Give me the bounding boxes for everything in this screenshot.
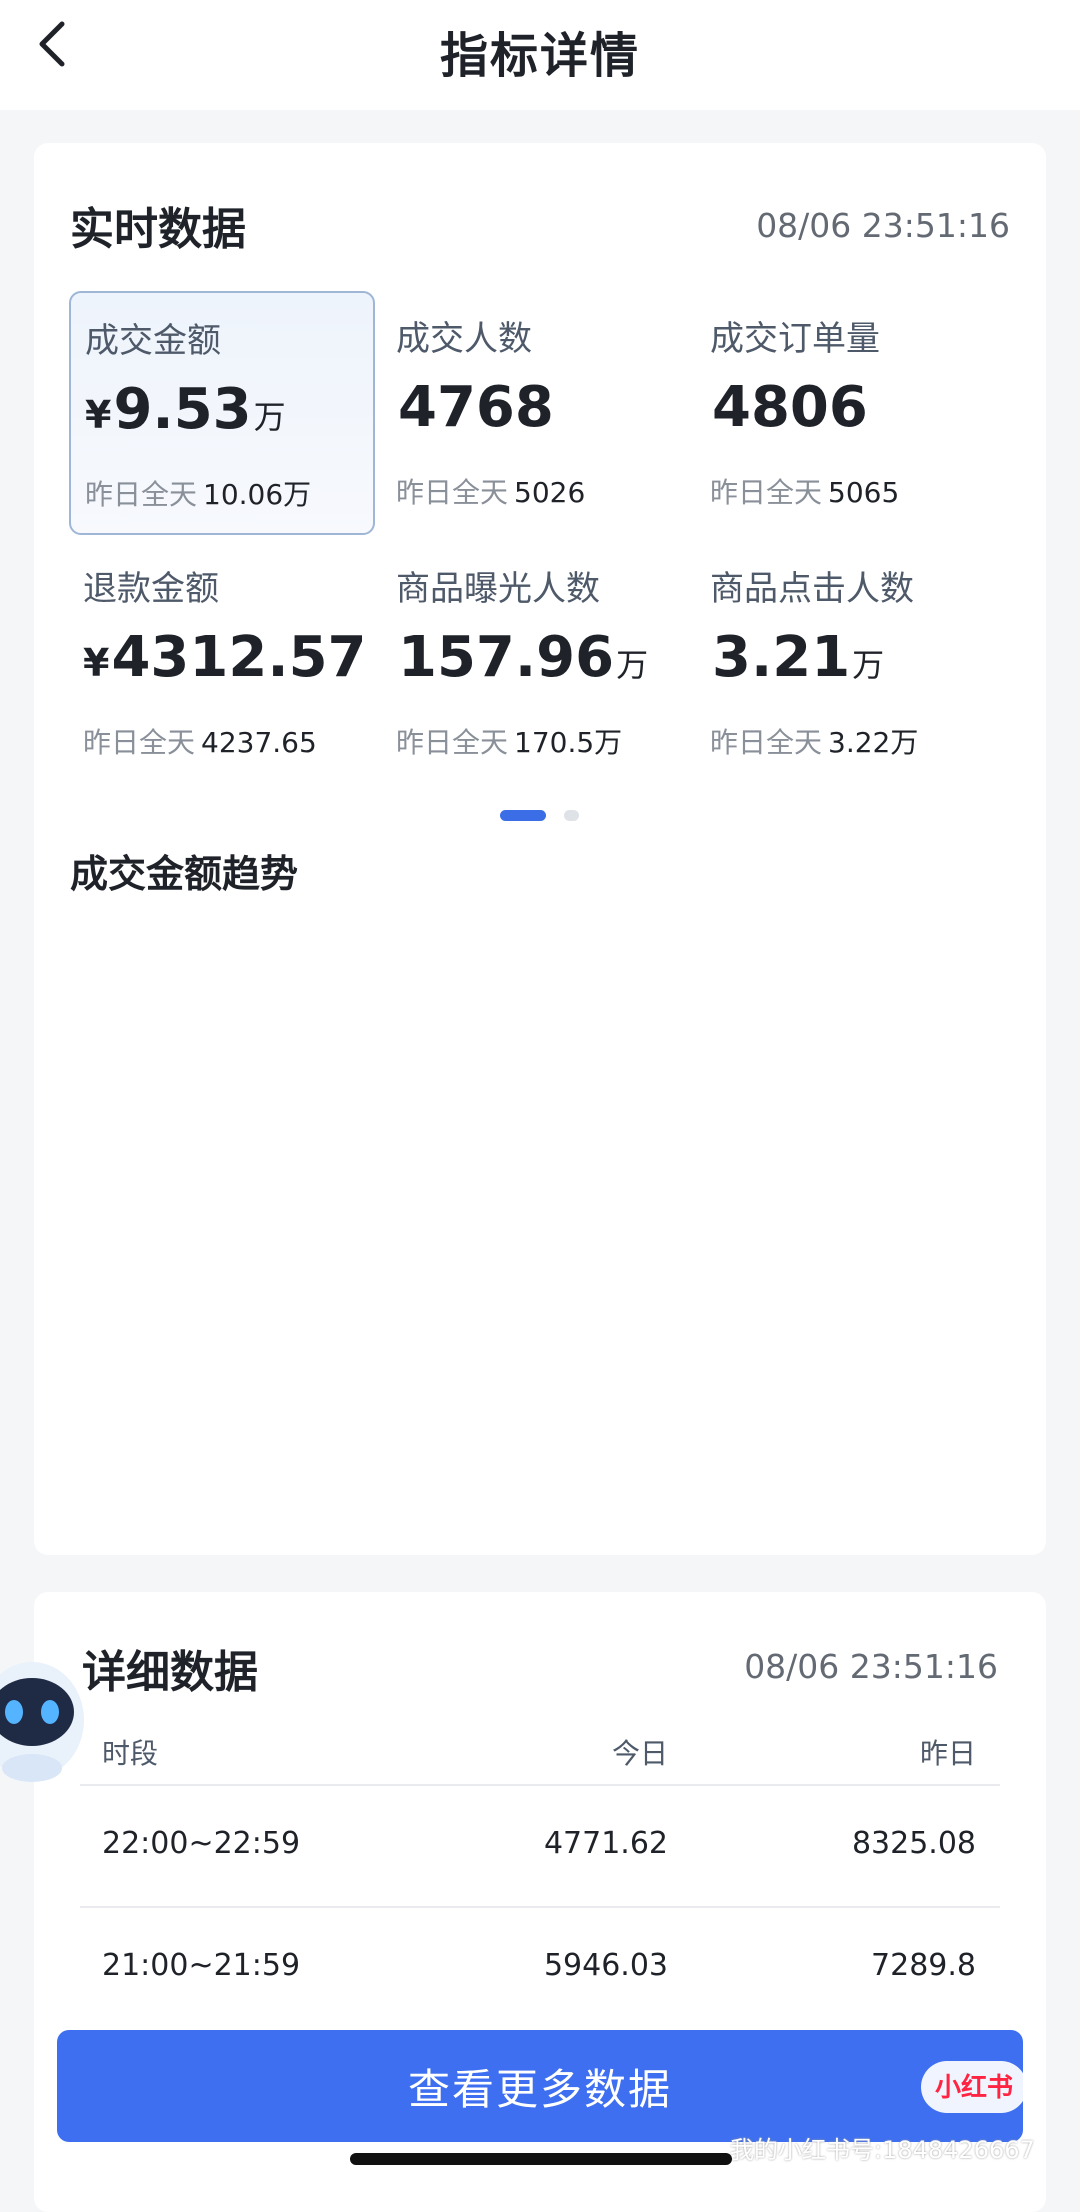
yesterday-value: 5065 — [828, 476, 900, 509]
page-dot-active[interactable] — [500, 810, 546, 821]
metric-number: 4768 — [398, 375, 554, 440]
metric-tile[interactable]: 成交人数 4768 昨日全天 5026 — [382, 291, 688, 535]
metric-tile[interactable]: 退款金额 ¥4312.57 昨日全天 4237.65 — [69, 541, 375, 785]
yesterday-prefix: 昨日全天 — [396, 476, 509, 509]
realtime-section-title: 实时数据 — [70, 204, 246, 255]
trend-chart: 02万4万6万8万10万00:0004:0008:0012:0016:0020:… — [34, 903, 1046, 1583]
cell-period: 21:00~21:59 — [102, 1948, 301, 1983]
page-dot[interactable] — [564, 810, 579, 821]
yesterday-value: 170.5万 — [514, 726, 623, 759]
detail-timestamp: 08/06 23:51:16 — [744, 1647, 998, 1686]
metric-number: 4312.57 — [111, 625, 367, 690]
column-header-yesterday: 昨日 — [919, 1737, 976, 1770]
metric-value: ¥4312.57 — [83, 625, 369, 690]
metric-currency: ¥ — [83, 641, 110, 685]
table-row[interactable]: 22:00~22:59 4771.62 8325.08 — [80, 1784, 1000, 1906]
metric-unit: 万 — [253, 398, 286, 436]
metric-unit: 万 — [852, 646, 885, 684]
page-indicator — [500, 810, 620, 822]
metric-tile[interactable]: 成交金额 ¥9.53万昨日全天 10.06万 — [69, 291, 375, 535]
metric-label: 成交订单量 — [710, 319, 880, 359]
cell-today: 5946.03 — [543, 1948, 668, 1983]
yesterday-prefix: 昨日全天 — [710, 476, 823, 509]
yesterday-prefix: 昨日全天 — [83, 726, 196, 759]
table-row[interactable]: 21:00~21:59 5946.03 7289.8 — [80, 1906, 1000, 2028]
metric-yesterday: 昨日全天 5026 — [396, 471, 585, 511]
metric-number: 9.53 — [113, 377, 252, 442]
chart-title: 成交金额趋势 — [70, 852, 299, 896]
metric-tile[interactable]: 商品曝光人数 157.96万昨日全天 170.5万 — [382, 541, 688, 785]
watermark-logo-text: 小红书 — [935, 2072, 1013, 2103]
detail-section-title: 详细数据 — [82, 1647, 258, 1698]
metric-label: 商品点击人数 — [710, 569, 914, 609]
cell-today: 4771.62 — [543, 1826, 668, 1861]
metric-value: 157.96万 — [396, 625, 648, 690]
page-title: 指标详情 — [439, 28, 640, 84]
metric-label: 退款金额 — [83, 569, 219, 609]
cell-period: 22:00~22:59 — [102, 1826, 301, 1861]
column-header-period: 时段 — [102, 1737, 159, 1770]
home-indicator — [350, 2153, 732, 2165]
cell-yesterday: 7289.8 — [871, 1948, 976, 1983]
yesterday-value: 3.22万 — [828, 726, 919, 759]
metric-yesterday: 昨日全天 10.06万 — [85, 473, 311, 513]
metric-label: 商品曝光人数 — [396, 569, 600, 609]
metric-yesterday: 昨日全天 3.22万 — [710, 721, 918, 761]
metric-currency: ¥ — [85, 393, 112, 437]
yesterday-prefix: 昨日全天 — [396, 726, 509, 759]
metric-tile[interactable]: 成交订单量 4806 昨日全天 5065 — [696, 291, 1002, 535]
metric-yesterday: 昨日全天 5065 — [710, 471, 899, 511]
metric-label: 成交人数 — [396, 319, 532, 359]
cell-yesterday: 8325.08 — [851, 1826, 976, 1861]
metric-label: 成交金额 — [85, 321, 221, 361]
metric-number: 4806 — [712, 375, 868, 440]
metric-number: 3.21 — [712, 625, 851, 690]
metric-value: 4768 — [396, 375, 556, 440]
yesterday-value: 5026 — [514, 476, 586, 509]
yesterday-prefix: 昨日全天 — [710, 726, 823, 759]
realtime-timestamp: 08/06 23:51:16 — [756, 206, 1010, 245]
xiaohongshu-logo-icon: 小红书 — [920, 2060, 1028, 2114]
yesterday-value: 4237.65 — [201, 726, 317, 759]
metric-value: 4806 — [710, 375, 870, 440]
yesterday-value: 10.06万 — [203, 478, 312, 511]
metric-value: 3.21万 — [710, 625, 884, 690]
table-header: 时段 今日 昨日 — [80, 1722, 1000, 1784]
metric-tile[interactable]: 商品点击人数 3.21万昨日全天 3.22万 — [696, 541, 1002, 785]
metric-number: 157.96 — [398, 625, 615, 690]
metric-value: ¥9.53万 — [85, 377, 286, 442]
assistant-robot-icon[interactable] — [0, 1640, 90, 1790]
column-header-today: 今日 — [611, 1737, 668, 1770]
view-more-data-button[interactable]: 查看更多数据 — [57, 2030, 1023, 2142]
watermark-account-text: 我的小红书号:1848426667 — [730, 2136, 1035, 2164]
yesterday-prefix: 昨日全天 — [85, 478, 198, 511]
realtime-data-card: 实时数据 08/06 23:51:16 成交金额 ¥9.53万 昨日全天 10.06万… — [34, 143, 1046, 1555]
metric-unit: 万 — [616, 646, 649, 684]
metric-yesterday: 昨日全天 170.5万 — [396, 721, 622, 761]
top-nav-bar: 指标详情 — [0, 0, 1080, 110]
detail-table: 时段 今日 昨日 22:00~22:59 4771.62 8325.08 21:… — [80, 1722, 1000, 2028]
metric-yesterday: 昨日全天 4237.65 — [83, 721, 317, 761]
